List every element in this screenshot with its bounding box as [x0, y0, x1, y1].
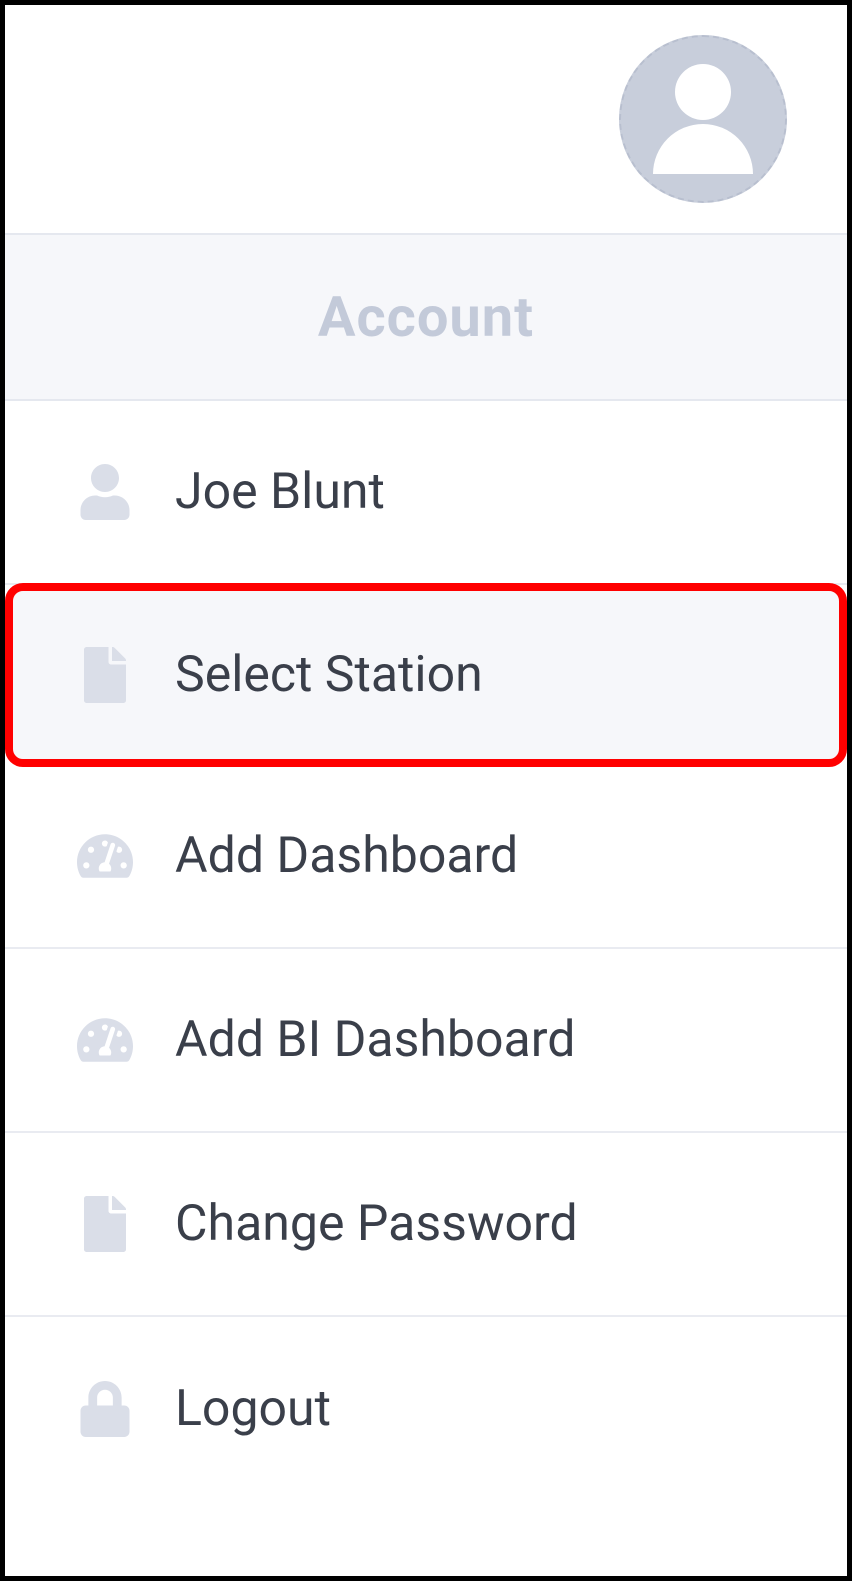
- menu-item-profile[interactable]: Joe Blunt: [5, 401, 847, 585]
- menu-item-label: Joe Blunt: [175, 463, 385, 521]
- menu-item-label: Logout: [175, 1380, 331, 1438]
- section-header-title: Account: [318, 284, 534, 350]
- avatar[interactable]: [619, 35, 787, 203]
- menu-item-add-dashboard[interactable]: Add Dashboard: [5, 765, 847, 949]
- menu-item-label: Add BI Dashboard: [175, 1011, 575, 1069]
- gauge-icon: [77, 828, 133, 884]
- menu-item-select-station[interactable]: Select Station: [5, 583, 847, 767]
- file-icon: [77, 647, 133, 703]
- user-icon: [77, 464, 133, 520]
- section-header: Account: [5, 233, 847, 401]
- account-panel: Account Joe Blunt Select Station Add Das…: [0, 0, 852, 1581]
- menu-list: Joe Blunt Select Station Add Dashboard A…: [5, 401, 847, 1501]
- menu-item-label: Select Station: [175, 646, 483, 704]
- menu-item-label: Add Dashboard: [175, 827, 518, 885]
- menu-item-add-bi-dashboard[interactable]: Add BI Dashboard: [5, 949, 847, 1133]
- user-avatar-icon: [621, 37, 785, 201]
- menu-item-logout[interactable]: Logout: [5, 1317, 847, 1501]
- gauge-icon: [77, 1012, 133, 1068]
- lock-icon: [77, 1381, 133, 1437]
- avatar-section: [5, 5, 847, 233]
- file-icon: [77, 1196, 133, 1252]
- menu-item-label: Change Password: [175, 1195, 578, 1253]
- menu-item-change-password[interactable]: Change Password: [5, 1133, 847, 1317]
